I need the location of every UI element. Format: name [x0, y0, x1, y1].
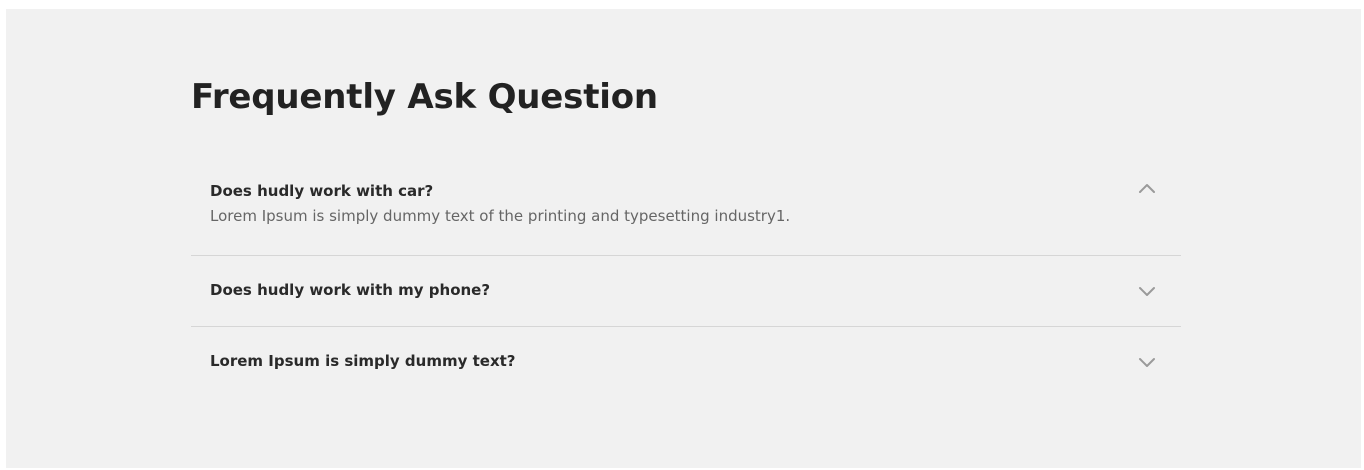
faq-question-toggle[interactable]: Does hudly work with my phone? — [191, 256, 1181, 326]
faq-question-toggle[interactable]: Does hudly work with car? — [191, 159, 1181, 205]
faq-question-toggle[interactable]: Lorem Ipsum is simply dummy text? — [191, 327, 1181, 397]
faq-question: Lorem Ipsum is simply dummy text? — [210, 352, 516, 370]
faq-item: Does hudly work with car? Lorem Ipsum is… — [191, 159, 1181, 256]
chevron-up-icon[interactable] — [1135, 177, 1159, 201]
page-title: Frequently Ask Question — [191, 77, 658, 117]
chevron-down-icon[interactable] — [1135, 350, 1159, 374]
faq-item: Does hudly work with my phone? — [191, 256, 1181, 327]
faq-question: Does hudly work with my phone? — [210, 281, 491, 299]
chevron-down-icon[interactable] — [1135, 279, 1159, 303]
faq-answer-text: Lorem Ipsum is simply dummy text of the … — [210, 207, 791, 225]
faq-section: Frequently Ask Question Does hudly work … — [6, 9, 1361, 468]
faq-item: Lorem Ipsum is simply dummy text? — [191, 327, 1181, 397]
faq-question: Does hudly work with car? — [210, 182, 434, 200]
faq-answer: Lorem Ipsum is simply dummy text of the … — [191, 205, 1181, 255]
faq-accordion: Does hudly work with car? Lorem Ipsum is… — [191, 159, 1181, 397]
